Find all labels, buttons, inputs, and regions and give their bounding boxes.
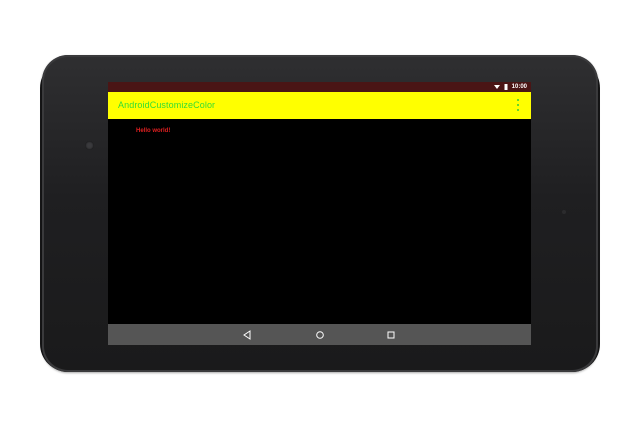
- wifi-icon: [493, 84, 500, 90]
- overflow-menu-icon[interactable]: [515, 99, 521, 111]
- sensor-dot: [562, 210, 566, 214]
- overflow-dot: [517, 99, 519, 101]
- status-icons: 10:00: [493, 83, 527, 91]
- overflow-dot: [517, 109, 519, 111]
- device-screen: 10:00 AndroidCustomizeColor Hello world!: [108, 82, 531, 345]
- home-icon[interactable]: [313, 328, 327, 342]
- overflow-dot: [517, 104, 519, 106]
- back-icon[interactable]: [240, 328, 254, 342]
- status-bar: 10:00: [108, 82, 531, 92]
- status-time: 10:00: [511, 84, 527, 90]
- recents-icon[interactable]: [384, 328, 398, 342]
- front-camera: [85, 141, 94, 150]
- battery-icon: [503, 84, 509, 90]
- app-title: AndroidCustomizeColor: [118, 100, 216, 110]
- content-area: Hello world!: [108, 119, 531, 324]
- hello-text: Hello world!: [136, 128, 171, 134]
- device-frame-page: 10:00 AndroidCustomizeColor Hello world!: [0, 0, 640, 426]
- app-bar: AndroidCustomizeColor: [108, 92, 531, 119]
- navigation-bar: [108, 324, 531, 345]
